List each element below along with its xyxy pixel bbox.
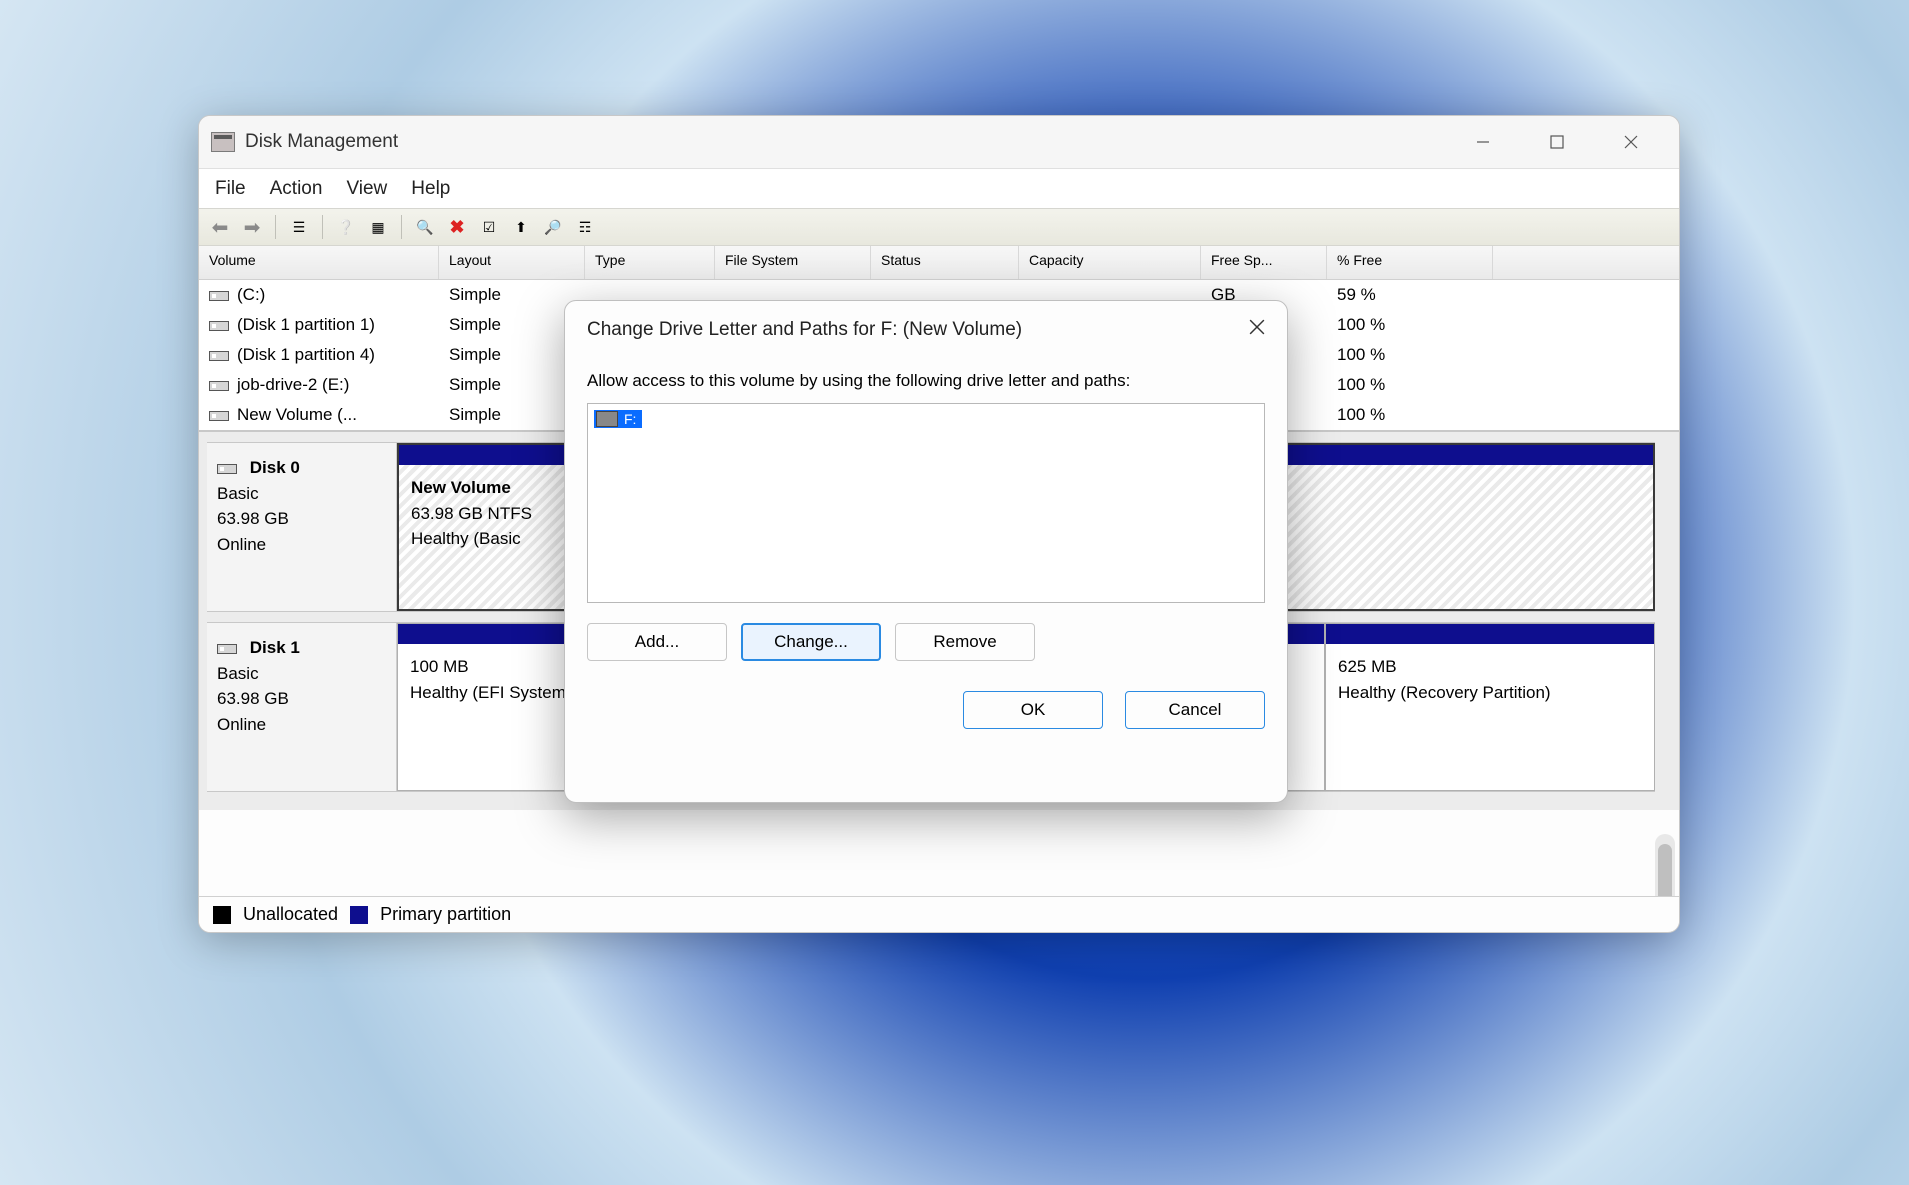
minimize-button[interactable] <box>1465 126 1501 158</box>
volume-icon <box>596 411 618 427</box>
partition-status: Healthy (Recovery Partition) <box>1338 683 1551 702</box>
volume-name: job-drive-2 (E:) <box>237 375 349 394</box>
toolbar: ⬅ ➡ ☰ ❔ ▦ 🔍 ✖ ☑ ⬆ 🔎 ☶ <box>199 208 1679 246</box>
toolbar-separator <box>275 215 276 239</box>
menu-file[interactable]: File <box>215 178 246 200</box>
drive-letter-list[interactable]: F: <box>587 403 1265 603</box>
volume-name: (Disk 1 partition 4) <box>237 345 375 364</box>
find-icon[interactable]: 🔎 <box>540 214 566 240</box>
col-layout[interactable]: Layout <box>439 246 585 279</box>
disk-0-label: Disk 0 Basic 63.98 GB Online <box>207 443 397 611</box>
partition-header-bar <box>1326 624 1654 644</box>
disk-1-partition-2[interactable]: 625 MB Healthy (Recovery Partition) <box>1325 623 1655 791</box>
disk-1-label: Disk 1 Basic 63.98 GB Online <box>207 623 397 791</box>
delete-icon[interactable]: ✖ <box>444 214 470 240</box>
back-icon[interactable]: ⬅ <box>207 214 233 240</box>
volume-layout: Simple <box>439 279 585 311</box>
disk-0-type: Basic <box>217 484 259 503</box>
col-status[interactable]: Status <box>871 246 1019 279</box>
volume-pct-free: 100 % <box>1327 309 1493 341</box>
help-icon[interactable]: ❔ <box>333 214 359 240</box>
titlebar[interactable]: Disk Management <box>199 116 1679 168</box>
disk-0-name: Disk 0 <box>250 458 300 477</box>
volume-pct-free: 100 % <box>1327 399 1493 431</box>
ok-button[interactable]: OK <box>963 691 1103 729</box>
volume-name: New Volume (... <box>237 405 357 424</box>
partition-title: New Volume <box>411 478 511 497</box>
maximize-button[interactable] <box>1539 126 1575 158</box>
partition-size: 63.98 GB NTFS <box>411 504 532 523</box>
disk-icon <box>217 644 237 654</box>
drive-letter-item-label: F: <box>624 411 636 427</box>
col-cap[interactable]: Capacity <box>1019 246 1201 279</box>
disk-1-type: Basic <box>217 664 259 683</box>
toolbar-separator <box>322 215 323 239</box>
volume-icon <box>209 381 229 391</box>
dialog-close-button[interactable] <box>1249 319 1265 341</box>
refresh-icon[interactable]: 🔍 <box>412 214 438 240</box>
disk-icon <box>217 464 237 474</box>
legend-swatch-unallocated <box>213 906 231 924</box>
forward-icon[interactable]: ➡ <box>239 214 265 240</box>
legend-swatch-primary <box>350 906 368 924</box>
volume-icon <box>209 321 229 331</box>
menu-action[interactable]: Action <box>270 178 323 200</box>
col-volume[interactable]: Volume <box>199 246 439 279</box>
properties-icon[interactable]: ▦ <box>365 214 391 240</box>
volume-table-header: Volume Layout Type File System Status Ca… <box>199 246 1679 280</box>
col-type[interactable]: Type <box>585 246 715 279</box>
disk-1-name: Disk 1 <box>250 638 300 657</box>
dialog-instruction: Allow access to this volume by using the… <box>587 371 1265 391</box>
volume-icon <box>209 291 229 301</box>
remove-button[interactable]: Remove <box>895 623 1035 661</box>
col-pct[interactable]: % Free <box>1327 246 1493 279</box>
dialog-title: Change Drive Letter and Paths for F: (Ne… <box>587 319 1022 341</box>
partition-size: 100 MB <box>410 657 469 676</box>
partition-size: 625 MB <box>1338 657 1397 676</box>
list-icon[interactable]: ☶ <box>572 214 598 240</box>
app-icon <box>211 132 235 152</box>
volume-pct-free: 100 % <box>1327 339 1493 371</box>
show-hide-console-tree-icon[interactable]: ☰ <box>286 214 312 240</box>
up-arrow-icon[interactable]: ⬆ <box>508 214 534 240</box>
volume-icon <box>209 351 229 361</box>
volume-name: (Disk 1 partition 1) <box>237 315 375 334</box>
drive-letter-item[interactable]: F: <box>594 410 642 428</box>
disk-1-size: 63.98 GB <box>217 689 289 708</box>
legend: Unallocated Primary partition <box>199 896 1679 932</box>
volume-name: (C:) <box>237 285 265 304</box>
volume-pct-free: 59 % <box>1327 279 1493 311</box>
partition-status: Healthy (Basic <box>411 529 521 548</box>
col-free[interactable]: Free Sp... <box>1201 246 1327 279</box>
toolbar-separator <box>401 215 402 239</box>
disk-0-size: 63.98 GB <box>217 509 289 528</box>
legend-unallocated-label: Unallocated <box>243 904 338 925</box>
volume-icon <box>209 411 229 421</box>
cancel-button[interactable]: Cancel <box>1125 691 1265 729</box>
partition-status: Healthy (EFI System P <box>410 683 582 702</box>
change-drive-letter-dialog: Change Drive Letter and Paths for F: (Ne… <box>564 300 1288 803</box>
menu-view[interactable]: View <box>346 178 387 200</box>
disk-1-state: Online <box>217 715 266 734</box>
change-button[interactable]: Change... <box>741 623 881 661</box>
add-button[interactable]: Add... <box>587 623 727 661</box>
legend-primary-label: Primary partition <box>380 904 511 925</box>
settings-icon[interactable]: ☑ <box>476 214 502 240</box>
volume-pct-free: 100 % <box>1327 369 1493 401</box>
window-title: Disk Management <box>245 131 398 153</box>
menu-help[interactable]: Help <box>411 178 450 200</box>
col-fs[interactable]: File System <box>715 246 871 279</box>
disk-0-state: Online <box>217 535 266 554</box>
close-button[interactable] <box>1613 126 1649 158</box>
menubar: File Action View Help <box>199 168 1679 208</box>
